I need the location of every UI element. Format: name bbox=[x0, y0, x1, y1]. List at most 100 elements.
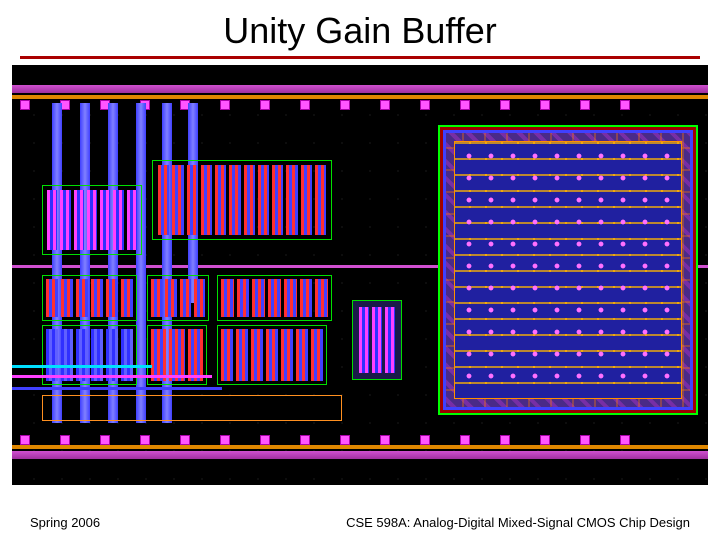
diff-pair-fingers bbox=[47, 190, 137, 250]
footer: Spring 2006 CSE 598A: Analog-Digital Mix… bbox=[30, 515, 690, 530]
poly-finger-icon bbox=[311, 329, 323, 381]
poly-finger-icon bbox=[187, 165, 198, 235]
poly-finger-icon bbox=[251, 329, 263, 381]
poly-finger-icon bbox=[301, 165, 312, 235]
contact-icon bbox=[300, 100, 310, 110]
poly-finger-icon bbox=[121, 329, 133, 381]
contact-icon bbox=[220, 100, 230, 110]
poly-finger-icon bbox=[165, 279, 176, 317]
contact-icon bbox=[420, 100, 430, 110]
poly-finger-icon bbox=[106, 329, 118, 381]
poly-finger-icon bbox=[194, 279, 205, 317]
poly-finger-icon bbox=[100, 190, 110, 250]
contact-icon bbox=[220, 435, 230, 445]
output-stage-fingers-2 bbox=[151, 279, 205, 317]
poly-finger-icon bbox=[46, 279, 58, 317]
layout-canvas bbox=[12, 65, 708, 485]
poly-finger-icon bbox=[221, 329, 233, 381]
poly-finger-icon bbox=[76, 279, 88, 317]
lower-device-fingers-2 bbox=[151, 329, 203, 381]
contact-icon bbox=[380, 435, 390, 445]
vss-rail-metal2 bbox=[12, 445, 708, 449]
poly-finger-icon bbox=[215, 165, 226, 235]
footer-term: Spring 2006 bbox=[30, 515, 100, 530]
poly-finger-icon bbox=[127, 190, 137, 250]
contact-icon bbox=[500, 435, 510, 445]
contact-icon bbox=[620, 100, 630, 110]
poly-finger-icon bbox=[61, 329, 73, 381]
contact-icon bbox=[100, 435, 110, 445]
poly-finger-icon bbox=[76, 329, 88, 381]
poly-finger-icon bbox=[61, 279, 73, 317]
poly-finger-icon bbox=[281, 329, 293, 381]
poly-finger-icon bbox=[258, 165, 269, 235]
bias-mirror-fingers bbox=[158, 165, 326, 235]
poly-finger-icon bbox=[91, 279, 103, 317]
contact-icon bbox=[340, 435, 350, 445]
poly-finger-icon bbox=[87, 190, 97, 250]
poly-finger-icon bbox=[180, 279, 191, 317]
contact-icon bbox=[460, 100, 470, 110]
poly-finger-icon bbox=[272, 165, 283, 235]
poly-finger-icon bbox=[151, 279, 162, 317]
poly-finger-icon bbox=[158, 165, 169, 235]
contact-icon bbox=[620, 435, 630, 445]
poly-finger-icon bbox=[188, 329, 203, 381]
poly-finger-icon bbox=[237, 279, 250, 317]
title-underline bbox=[20, 56, 700, 59]
poly-finger-icon bbox=[286, 165, 297, 235]
contact-icon bbox=[500, 100, 510, 110]
output-device bbox=[352, 300, 402, 380]
poly-finger-icon bbox=[74, 190, 84, 250]
poly-finger-icon bbox=[113, 190, 123, 250]
poly-finger-icon bbox=[372, 307, 382, 373]
contact-icon bbox=[540, 435, 550, 445]
cap-contacts-icon bbox=[458, 145, 678, 395]
contact-icon bbox=[20, 435, 30, 445]
slide: Unity Gain Buffer bbox=[0, 0, 720, 540]
poly-finger-icon bbox=[244, 165, 255, 235]
contact-icon bbox=[380, 100, 390, 110]
contact-icon bbox=[580, 435, 590, 445]
metal-wire bbox=[12, 365, 152, 368]
footer-course: CSE 598A: Analog-Digital Mixed-Signal CM… bbox=[346, 515, 690, 530]
poly-finger-icon bbox=[236, 329, 248, 381]
contact-icon bbox=[340, 100, 350, 110]
poly-finger-icon bbox=[172, 165, 183, 235]
contact-icon bbox=[420, 435, 430, 445]
poly-finger-icon bbox=[91, 329, 103, 381]
contact-icon bbox=[60, 435, 70, 445]
slide-title: Unity Gain Buffer bbox=[0, 0, 720, 56]
metal-wire bbox=[12, 387, 222, 390]
poly-finger-icon bbox=[300, 279, 313, 317]
poly-finger-icon bbox=[315, 165, 326, 235]
poly-finger-icon bbox=[201, 165, 212, 235]
poly-finger-icon bbox=[46, 329, 58, 381]
contact-icon bbox=[460, 435, 470, 445]
poly-finger-icon bbox=[296, 329, 308, 381]
lower-device-fingers-1 bbox=[46, 329, 133, 381]
poly-finger-icon bbox=[229, 165, 240, 235]
contact-icon bbox=[180, 435, 190, 445]
contact-icon bbox=[260, 100, 270, 110]
output-stage-fingers-3 bbox=[221, 279, 328, 317]
metal-wire bbox=[12, 375, 212, 378]
poly-finger-icon bbox=[106, 279, 118, 317]
lower-device-fingers-3 bbox=[221, 329, 323, 381]
vdd-rail bbox=[12, 85, 708, 93]
vdd-contacts bbox=[20, 100, 700, 110]
poly-finger-icon bbox=[47, 190, 57, 250]
contact-icon bbox=[140, 435, 150, 445]
poly-finger-icon bbox=[169, 329, 184, 381]
contact-icon bbox=[260, 435, 270, 445]
poly-finger-icon bbox=[121, 279, 133, 317]
vdd-rail-metal2 bbox=[12, 95, 708, 99]
contact-icon bbox=[580, 100, 590, 110]
poly-finger-icon bbox=[359, 307, 369, 373]
vss-contacts bbox=[20, 435, 700, 445]
contact-icon bbox=[540, 100, 550, 110]
poly-finger-icon bbox=[221, 279, 234, 317]
poly-finger-icon bbox=[284, 279, 297, 317]
poly-finger-icon bbox=[385, 307, 395, 373]
poly-finger-icon bbox=[252, 279, 265, 317]
